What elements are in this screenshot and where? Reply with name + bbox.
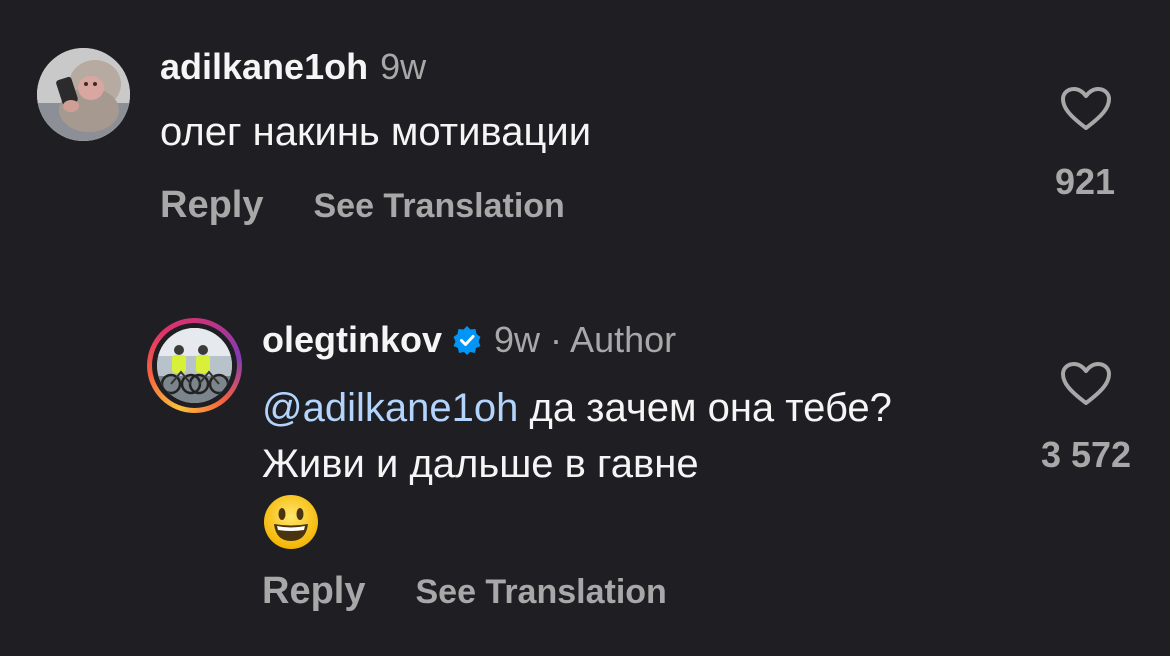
comment-header: olegtinkov 9w · Author	[262, 318, 676, 362]
avatar[interactable]	[37, 48, 130, 141]
comment-text: @adilkane1oh да зачем она тебе? Живи и д…	[262, 380, 1002, 551]
comments-screen: adilkane1oh 9w олег накинь мотивации Rep…	[0, 0, 1170, 656]
username[interactable]: adilkane1oh	[160, 46, 368, 88]
comment-time: 9w	[380, 46, 427, 87]
avatar-ring-gap	[152, 323, 237, 408]
reply-button[interactable]: Reply	[160, 184, 263, 227]
comment-actions: Reply See Translation	[262, 570, 667, 613]
avatar	[157, 328, 232, 403]
like-count: 921	[1054, 161, 1116, 202]
comment-time-author: 9w · Author	[494, 319, 677, 360]
see-translation-button[interactable]: See Translation	[313, 187, 564, 226]
comment-header: adilkane1oh 9w	[160, 46, 426, 90]
cyclists-avatar-image	[157, 328, 232, 403]
like-button[interactable]	[1060, 361, 1112, 407]
comment-actions: Reply See Translation	[160, 184, 565, 227]
like-button[interactable]	[1060, 86, 1112, 132]
verified-badge-icon	[453, 326, 481, 355]
username[interactable]: olegtinkov	[262, 319, 442, 361]
heart-icon	[1061, 87, 1111, 130]
monkey-avatar-image	[37, 48, 130, 141]
mention-link[interactable]: @adilkane1oh	[262, 386, 518, 430]
heart-icon	[1061, 362, 1111, 405]
reply-button[interactable]: Reply	[262, 570, 365, 613]
story-ring-avatar[interactable]	[147, 318, 242, 413]
like-count: 3 572	[1040, 434, 1132, 475]
comment-text: олег накинь мотивации	[160, 110, 592, 154]
grinning-face-emoji-icon	[262, 493, 320, 551]
see-translation-button[interactable]: See Translation	[415, 573, 666, 612]
